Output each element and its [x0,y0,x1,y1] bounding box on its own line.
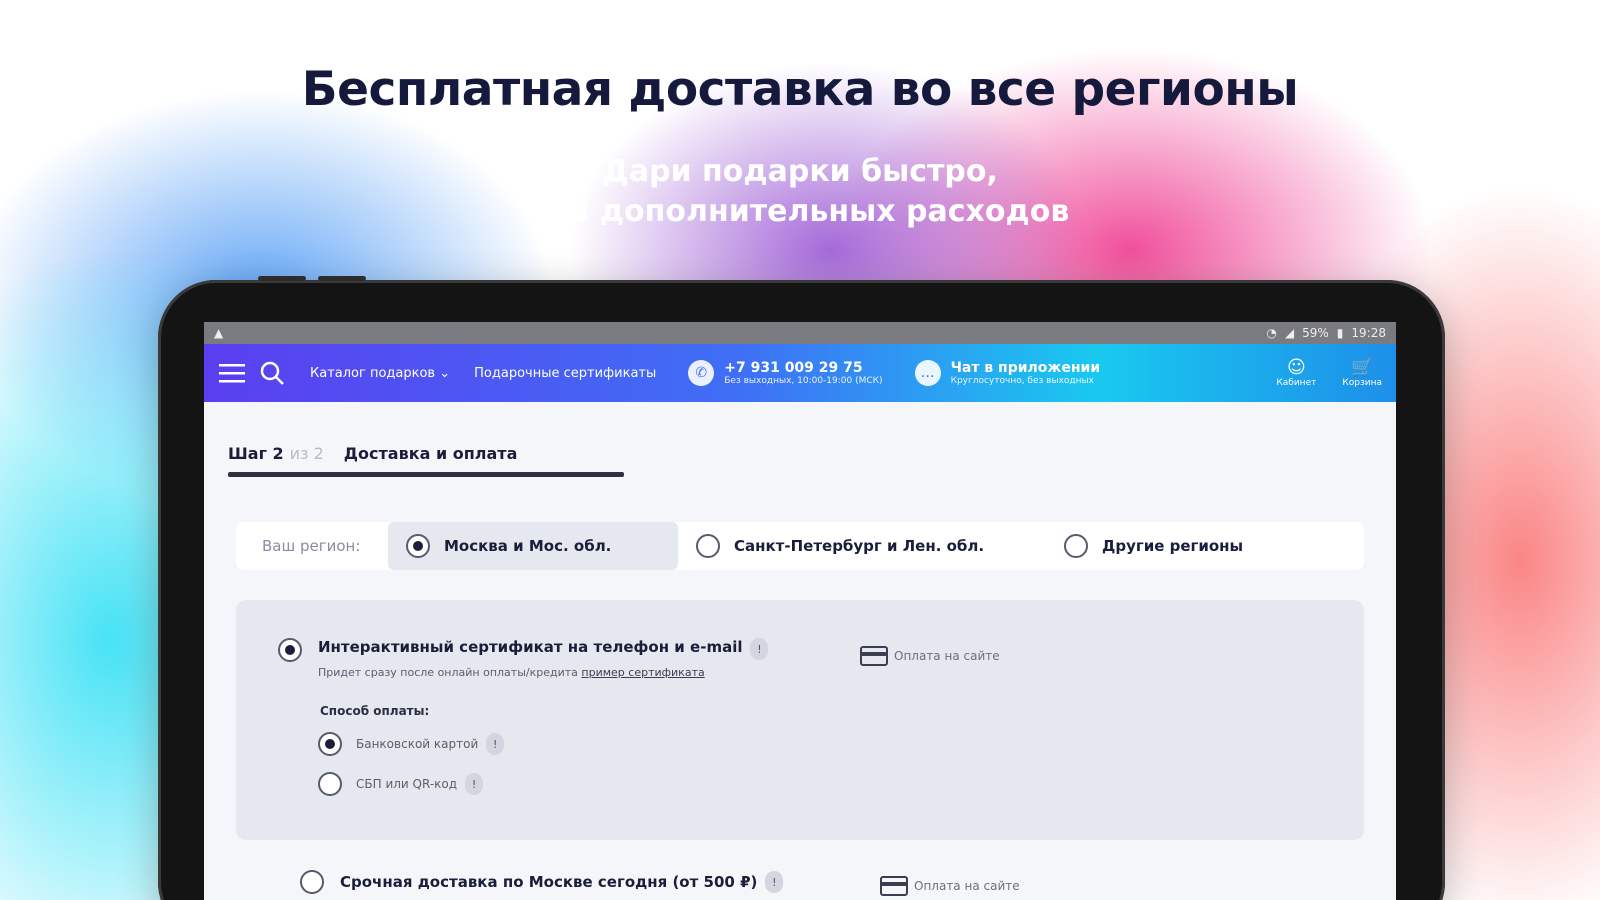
cart-label: Корзина [1342,378,1382,388]
promo-subline-line1: Дари подарки быстро, [602,154,998,189]
phone-icon: ✆ [688,360,715,386]
tablet-screen: ▲ ◔ ◢ 59% ▮ 19:28 Каталог подарков ⌄ Под… [204,322,1396,900]
step-name: Доставка и оплата [343,444,518,463]
cabinet-label: Кабинет [1276,378,1317,388]
status-time: 19:28 [1351,326,1386,340]
radio-unselected[interactable] [318,772,342,796]
wifi-icon: ◔ [1266,326,1277,340]
battery-icon: ▮ [1336,326,1344,340]
credit-card-icon [860,646,888,666]
radio-selected[interactable] [318,732,342,756]
region-selector: Ваш регион: Москва и Мос. обл. Санкт-Пет… [236,522,1364,570]
payment-method-name: СБП или QR-код [356,777,458,791]
example-certificate-link[interactable]: пример сертификата [581,666,704,679]
delivery-option-title: Срочная доставка по Москве сегодня (от 5… [340,873,758,891]
delivery-option-title: Интерактивный сертификат на телефон и e-… [318,638,743,656]
nav-catalog-label: Каталог подарков [310,365,436,381]
signal-icon: ◢ [1284,326,1295,340]
chat-bubble-icon: … [914,360,941,386]
delivery-option-card[interactable]: Интерактивный сертификат на телефон и e-… [236,600,1364,840]
delivery-radio-selected[interactable] [278,638,302,662]
region-option-other[interactable]: Другие регионы [1046,522,1261,570]
phone-number: +7 931 009 29 75 [724,360,863,376]
nav-catalog-link[interactable]: Каталог подарков ⌄ [310,366,450,381]
cart-icon: 🛒 [1350,357,1374,378]
payment-method-sbp[interactable]: СБП или QR-код ! [318,772,484,796]
chat-label: Чат в приложении [950,360,1101,376]
payment-place-label: Оплата на сайте [894,649,1000,663]
radio-selected[interactable] [406,534,430,558]
nav-certificates-link[interactable]: Подарочные сертификаты [474,366,656,381]
region-option-label: Другие регионы [1102,537,1244,555]
payment-place: Оплата на сайте [880,876,1020,896]
delivery-option-description: Придет сразу после онлайн оплаты/кредита… [318,666,705,679]
region-option-spb[interactable]: Санкт-Петербург и Лен. обл. [678,522,1046,570]
payment-method-name: Банковской картой [356,737,479,751]
payment-place: Оплата на сайте [860,646,1000,666]
payment-method-label: Способ оплаты: [320,704,430,718]
radio-unselected[interactable] [696,534,720,558]
region-label: Ваш регион: [262,537,361,555]
tablet-button [318,276,366,281]
radio-unselected[interactable] [1064,534,1088,558]
menu-icon[interactable] [218,359,246,387]
chat-hours: Круглосуточно, без выходных [950,376,1094,386]
region-option-moscow[interactable]: Москва и Мос. обл. [388,522,678,570]
top-navbar: Каталог подарков ⌄ Подарочные сертификат… [204,344,1396,402]
delivery-description-text: Придет сразу после онлайн оплаты/кредита [318,666,578,679]
tablet-button [258,276,306,281]
delivery-radio-unselected[interactable] [300,870,324,894]
cart-button[interactable]: 🛒 Корзина [1342,357,1382,389]
nav-chat[interactable]: … Чат в приложении Круглосуточно, без вы… [914,360,1101,386]
step-total: из 2 [289,444,324,463]
credit-card-icon [880,876,908,896]
cabinet-button[interactable]: ☺ Кабинет [1276,357,1317,389]
payment-method-card[interactable]: Банковской картой ! [318,732,505,756]
phone-hours: Без выходных, 10:00-19:00 (МСК) [724,376,883,386]
nav-phone[interactable]: ✆ +7 931 009 29 75 Без выходных, 10:00-1… [688,360,883,386]
info-icon[interactable]: ! [465,773,484,795]
checkout-step-indicator: Шаг 2 из 2 Доставка и оплата [228,444,1372,478]
info-icon[interactable]: ! [750,638,769,660]
region-option-label: Москва и Мос. обл. [444,537,612,555]
chevron-down-icon: ⌄ [439,365,451,381]
payment-place-label: Оплата на сайте [914,879,1020,893]
warning-icon: ▲ [214,326,224,340]
user-icon: ☺ [1286,357,1306,378]
region-option-label: Санкт-Петербург и Лен. обл. [734,537,985,555]
info-icon[interactable]: ! [486,733,505,755]
battery-level: 59% [1302,326,1329,340]
android-status-bar: ▲ ◔ ◢ 59% ▮ 19:28 [204,322,1396,344]
info-icon[interactable]: ! [765,871,784,893]
step-current: Шаг 2 [228,444,284,463]
delivery-option-urgent[interactable]: Срочная доставка по Москве сегодня (от 5… [300,870,784,894]
promo-subline: Дари подарки быстро, без дополнительных … [0,152,1600,232]
step-progress-bar [228,472,624,477]
promo-subline-line2: без дополнительных расходов [530,194,1070,229]
search-icon[interactable] [258,359,286,387]
promo-headline: Бесплатная доставка во все регионы [301,62,1299,117]
